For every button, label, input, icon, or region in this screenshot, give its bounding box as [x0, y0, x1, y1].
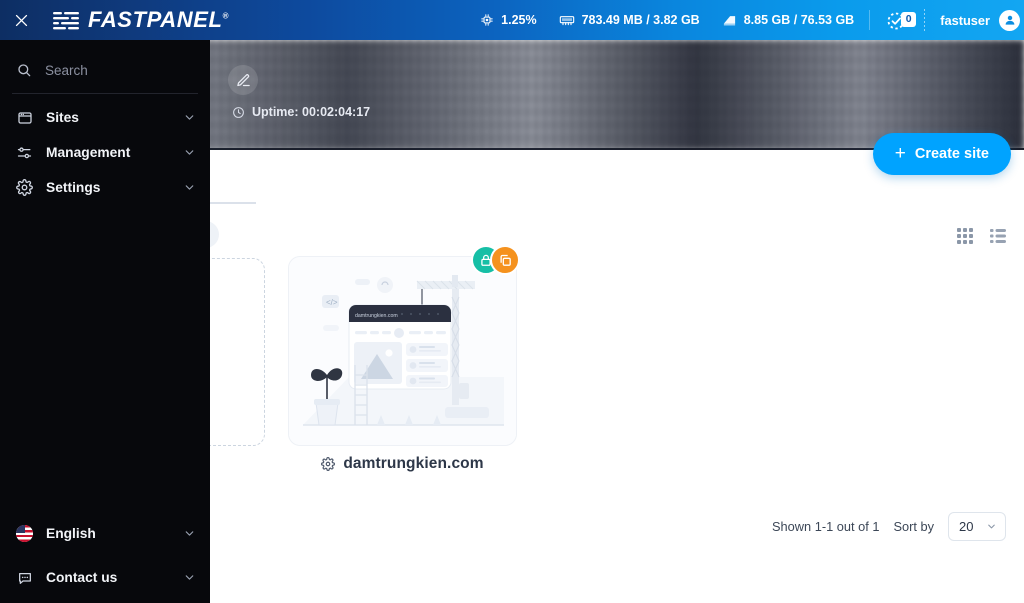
header-divider [869, 10, 871, 30]
site-thumbnail: </> damtrungkien.com [289, 257, 516, 445]
brand-name: FASTPANEL® [88, 7, 230, 32]
header-stats-group: 1.25% 783.49 MB / 3.82 GB 8.85 GB / 76.5… [469, 0, 1024, 40]
header-divider-dotted [924, 9, 926, 31]
chat-icon [16, 570, 33, 586]
disk-stat[interactable]: 8.85 GB / 76.53 GB [711, 13, 865, 28]
site-name-label: damtrungkien.com [343, 455, 484, 472]
close-icon [15, 14, 27, 26]
fastpanel-mark-icon [53, 12, 79, 30]
sidebar-item-contact-us[interactable]: Contact us [0, 560, 210, 595]
chevron-down-icon[interactable] [183, 527, 196, 540]
ram-stat-value: 783.49 MB / 3.82 GB [581, 13, 700, 27]
site-name-row[interactable]: damtrungkien.com [288, 455, 517, 473]
clone-badge[interactable] [490, 245, 520, 275]
uptime-block: Uptime: 00:02:04:17 [232, 105, 370, 119]
create-site-label: Create site [914, 146, 989, 162]
gear-icon [321, 457, 336, 471]
ram-icon [559, 16, 574, 26]
cpu-icon [481, 14, 493, 26]
disk-icon [723, 15, 735, 25]
sidebar-search-row[interactable] [0, 47, 210, 93]
site-card[interactable]: </> damtrungkien.com [288, 245, 520, 446]
chevron-down-icon[interactable] [183, 571, 196, 584]
sidebar-item-language-label: English [46, 526, 96, 541]
tasks-button[interactable]: 0 [874, 8, 918, 32]
brand-registered-mark: ® [222, 11, 230, 21]
svg-text:damtrungkien.com: damtrungkien.com [355, 313, 398, 319]
username-label: fastuser [940, 12, 990, 28]
svg-text:</>: </> [326, 298, 338, 307]
sidebar-item-management[interactable]: Management [0, 135, 210, 170]
shown-count-label: Shown 1-1 out of 1 [772, 519, 880, 534]
chevron-down-icon [988, 524, 995, 529]
sidebar-bottom-group: English Contact us [0, 516, 210, 603]
per-page-value: 20 [959, 519, 974, 534]
search-icon [18, 64, 31, 77]
chevron-down-icon[interactable] [183, 111, 196, 124]
view-toggle-group [957, 228, 1006, 244]
list-view-button[interactable] [990, 228, 1006, 244]
brand-logo[interactable]: FASTPANEL® [53, 7, 229, 33]
sidebar-item-sites-label: Sites [46, 110, 79, 125]
ram-stat[interactable]: 783.49 MB / 3.82 GB [548, 13, 711, 27]
edit-server-button[interactable] [228, 65, 258, 95]
management-icon [16, 145, 33, 161]
list-footer: Shown 1-1 out of 1 Sort by 20 [772, 512, 1006, 541]
sort-by-label: Sort by [893, 519, 934, 534]
sidebar-item-language[interactable]: English [0, 516, 210, 551]
user-avatar[interactable] [999, 9, 1020, 31]
plus-icon: + [894, 142, 906, 164]
cpu-stat-value: 1.25% [501, 13, 537, 27]
cpu-stat[interactable]: 1.25% [469, 13, 547, 27]
sidebar-item-settings[interactable]: Settings [0, 170, 210, 205]
sidebar-item-contact-us-label: Contact us [46, 570, 118, 585]
sidebar-drawer: Sites Management [0, 40, 210, 603]
disk-stat-value: 8.85 GB / 76.53 GB [743, 13, 855, 27]
per-page-select[interactable]: 20 [948, 512, 1006, 541]
site-card-badges [471, 245, 520, 275]
sites-icon [16, 110, 33, 126]
grid-view-icon [957, 228, 973, 244]
grid-view-button[interactable] [957, 228, 973, 244]
sidebar-item-settings-label: Settings [46, 180, 101, 195]
chevron-down-icon[interactable] [183, 181, 196, 194]
sidebar-item-sites[interactable]: Sites [0, 100, 210, 135]
clock-icon [233, 106, 244, 118]
list-view-icon [990, 229, 1006, 243]
chevron-down-icon[interactable] [183, 146, 196, 159]
site-preview-illustration: </> damtrungkien.com [289, 257, 516, 445]
uptime-text: Uptime: 00:02:04:17 [252, 105, 371, 119]
create-site-button[interactable]: + Create site [872, 133, 1011, 175]
close-drawer-button[interactable] [0, 0, 42, 40]
user-avatar-icon [1005, 15, 1014, 25]
sidebar-nav: Sites Management Settings [0, 94, 210, 205]
flag-us-icon [16, 525, 33, 542]
copy-icon [499, 254, 511, 266]
search-input[interactable] [45, 62, 185, 78]
tasks-count-badge: 0 [901, 12, 917, 27]
sidebar-item-management-label: Management [46, 145, 131, 160]
app-root: 4 Uptime: 00:02:04:17 + Create site s [0, 0, 1024, 603]
pencil-edit-icon [236, 73, 250, 86]
top-header-bar: FASTPANEL® 1.25% 783.49 MB / 3.82 GB 8.8… [0, 0, 1024, 40]
gear-icon [16, 179, 33, 196]
